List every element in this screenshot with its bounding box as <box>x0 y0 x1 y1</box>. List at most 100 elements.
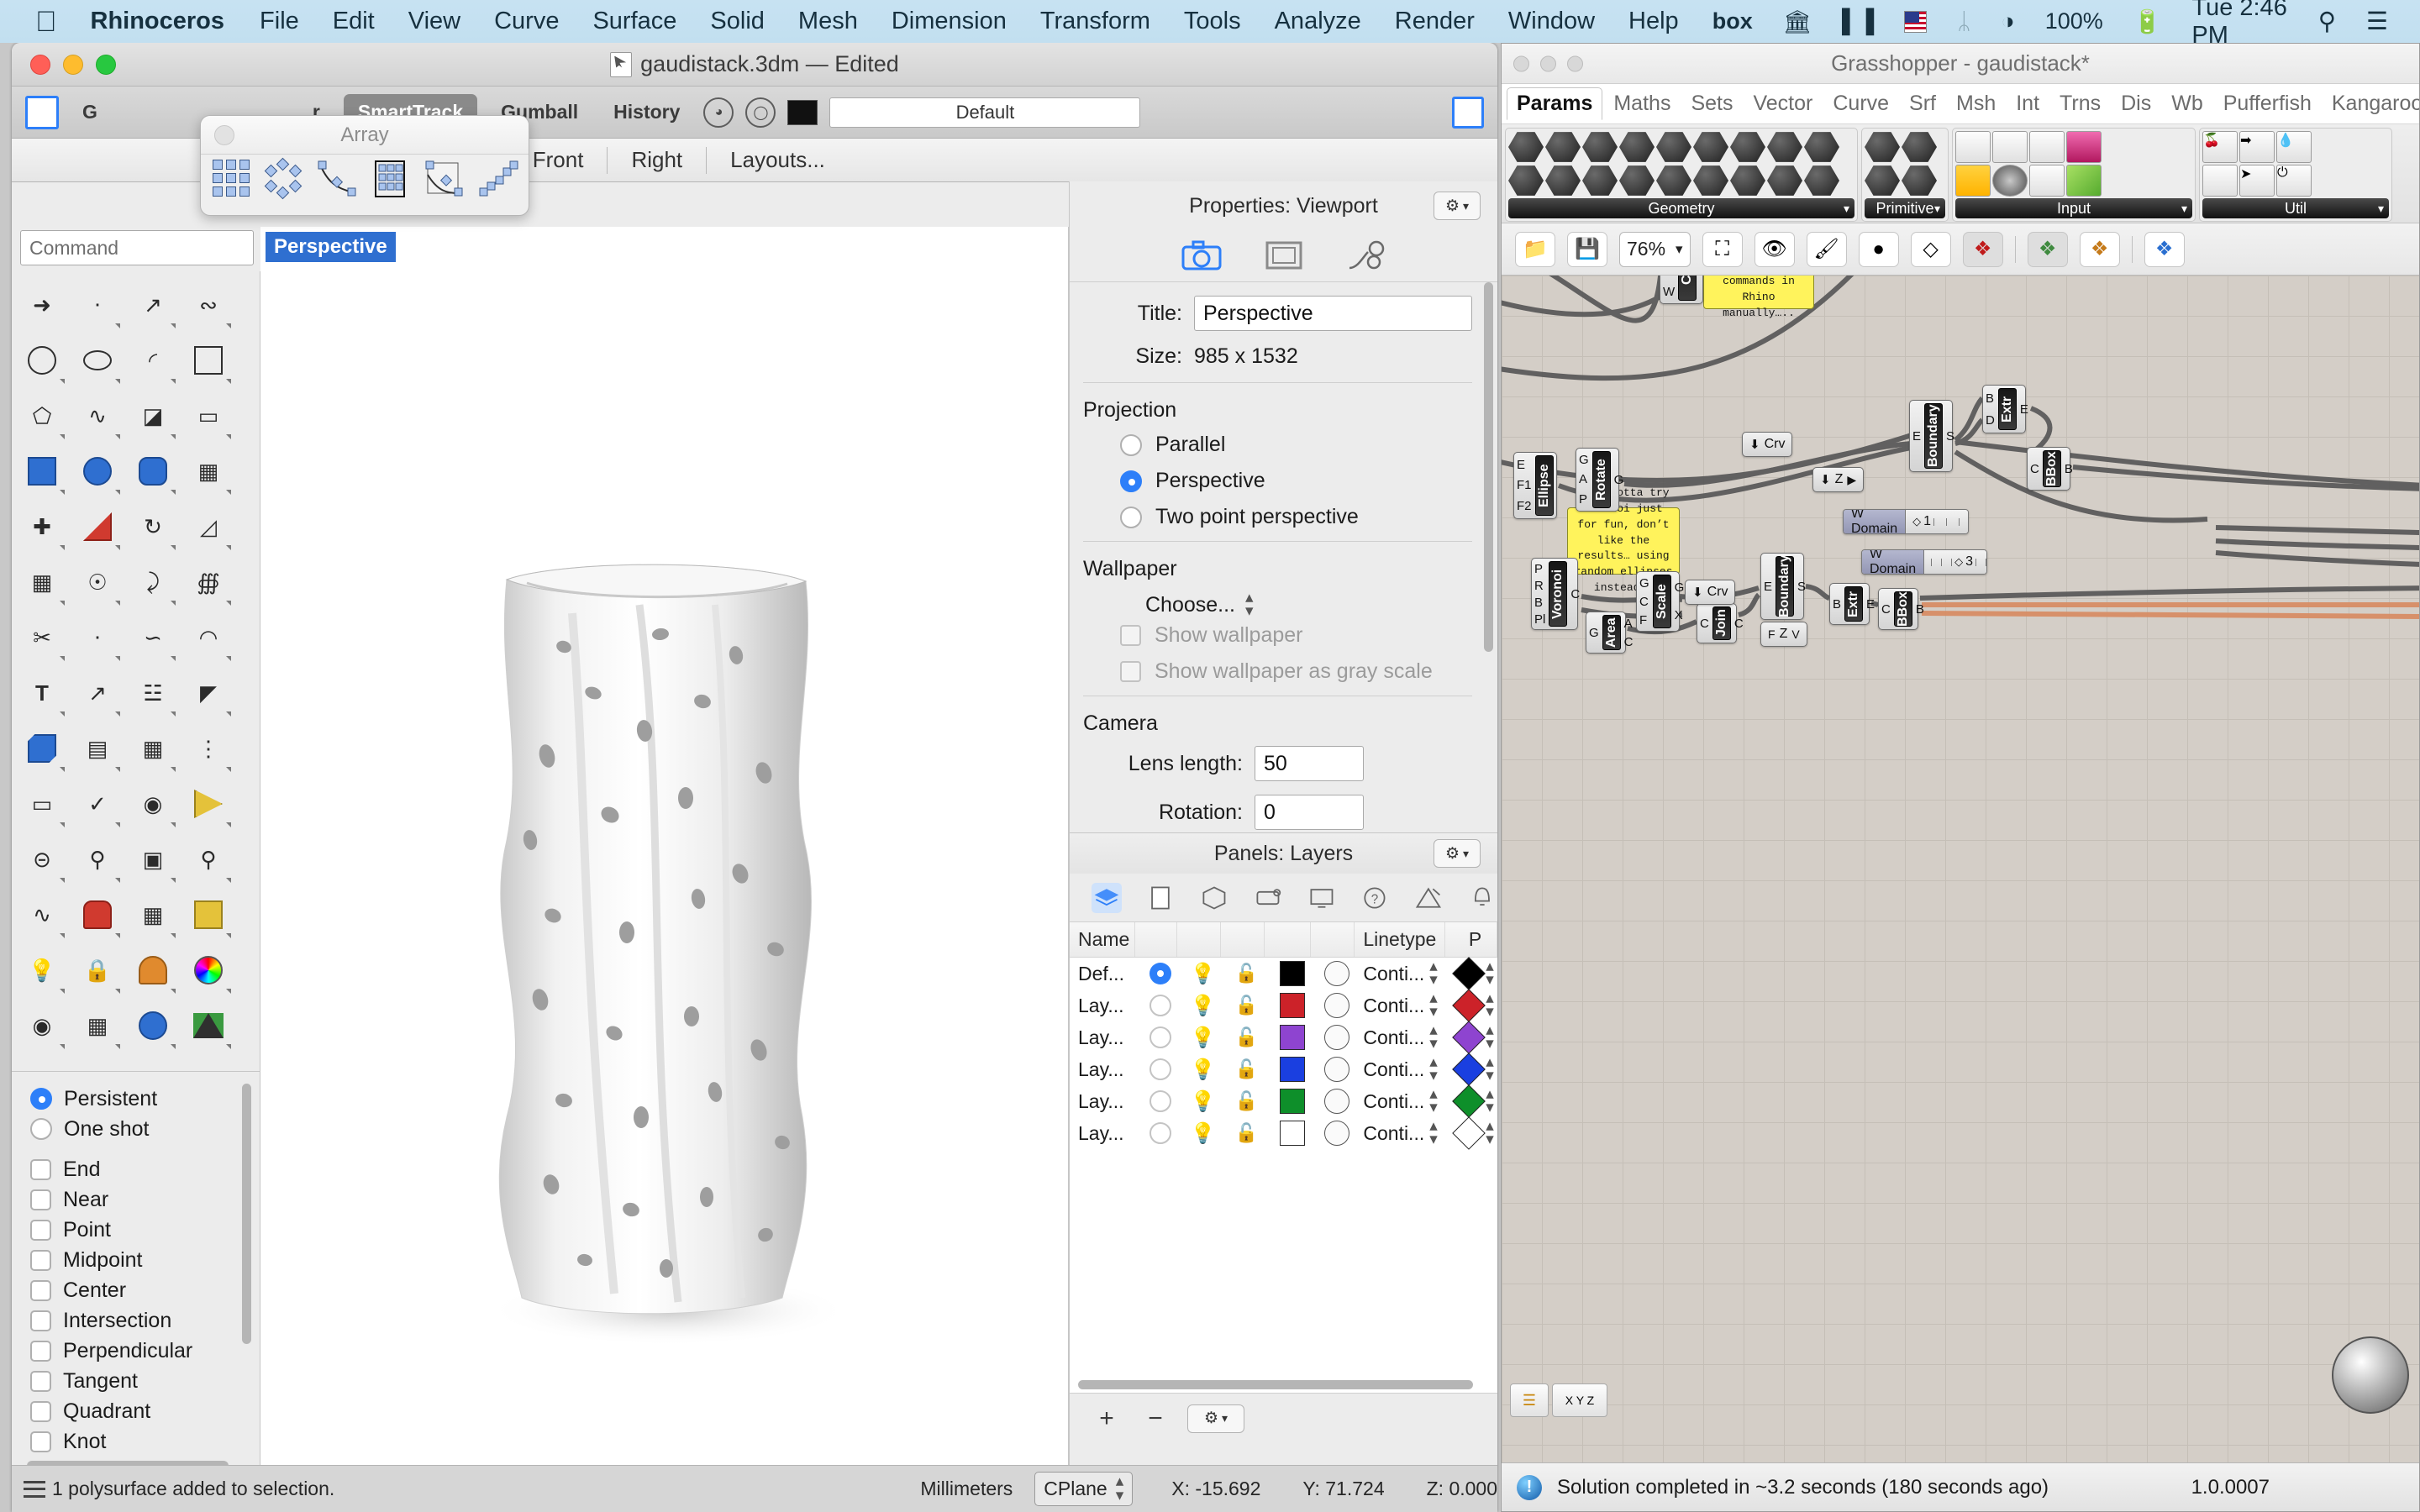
bluetooth-icon[interactable]: ᛦ <box>1957 8 1970 34</box>
menu-render[interactable]: Render <box>1395 8 1475 35</box>
unlock-icon[interactable]: 🔓 <box>1235 1122 1258 1144</box>
radio-persistent-icon[interactable] <box>30 1088 52 1110</box>
param-mesh-icon[interactable] <box>1656 132 1691 162</box>
param-twisted-box-icon[interactable] <box>1804 132 1839 162</box>
dimension-tool-icon[interactable]: ⋮ <box>182 722 235 775</box>
ribbon-geometry-label[interactable]: Geometry <box>1508 198 1854 218</box>
navigation-ball-icon[interactable] <box>2332 1336 2409 1414</box>
param-integer-icon[interactable] <box>1865 165 1900 196</box>
layer-lock-toggle[interactable]: 🔓 <box>1221 1122 1265 1144</box>
chevron-updown-icon[interactable]: ▴ ▾ <box>1429 1118 1438 1147</box>
layer-material[interactable] <box>1311 1121 1355 1146</box>
capsule-z-2[interactable]: FZV <box>1760 622 1807 647</box>
layer-linetype[interactable]: Conti... ▴ ▾ <box>1355 958 1445 988</box>
gh-tab-curve[interactable]: Curve <box>1823 88 1898 119</box>
lightbulb-icon[interactable]: 💡 <box>1191 994 1216 1018</box>
solid-union-icon[interactable] <box>15 722 69 775</box>
column-print-color[interactable]: P <box>1445 922 1497 957</box>
analyze-tool-icon[interactable]: ◉ <box>126 777 180 831</box>
unlock-icon[interactable]: 🔓 <box>1235 1058 1258 1080</box>
point-tool-icon[interactable]: ⋅ <box>71 278 124 332</box>
layer-linetype[interactable]: Conti... ▴ ▾ <box>1355 1118 1445 1147</box>
record-icon[interactable]: ◯ <box>745 97 776 128</box>
node-output-port[interactable]: C <box>1624 635 1634 649</box>
array-on-surface-icon[interactable] <box>424 160 465 200</box>
param-circular-arc-icon[interactable] <box>1545 165 1581 196</box>
node-input-port[interactable]: F2 <box>1517 499 1532 513</box>
layer-color-swatch[interactable] <box>1265 1025 1312 1050</box>
node-output-port[interactable]: C <box>1570 587 1580 601</box>
osnap-intersection[interactable]: Intersection <box>30 1305 260 1336</box>
app-icon[interactable]: ▌▐ <box>1842 8 1874 34</box>
gh-tab-msh[interactable]: Msh <box>1947 88 2005 119</box>
chevron-updown-icon[interactable]: ▴ ▾ <box>1486 1054 1494 1084</box>
column-name[interactable]: Name <box>1070 922 1135 957</box>
layer-linetype[interactable]: Conti... ▴ ▾ <box>1355 1054 1445 1084</box>
panel-icon[interactable] <box>2029 165 2065 197</box>
document-settings-icon[interactable]: ❖ <box>2144 231 2185 267</box>
node-input-port[interactable]: E <box>1764 580 1772 594</box>
gh-maximize-button[interactable] <box>1567 55 1583 71</box>
timer-icon[interactable]: ⏻ <box>2276 165 2312 197</box>
gh-tab-params[interactable]: Params <box>1507 87 1603 120</box>
transform-tool-icon[interactable]: ✚ <box>15 500 69 554</box>
profiler-icon[interactable]: ❖ <box>2027 231 2068 267</box>
orient-tool-icon[interactable]: ☉ <box>71 555 124 609</box>
checkbox-icon[interactable] <box>30 1400 51 1422</box>
circle-tool-icon[interactable] <box>15 333 69 387</box>
layer-select[interactable]: Default <box>829 97 1141 128</box>
checkbox-icon[interactable] <box>30 1158 51 1180</box>
layer-current-toggle[interactable] <box>1135 1058 1177 1080</box>
light-tool-icon[interactable]: 💡 <box>15 943 69 997</box>
polygon-tool-icon[interactable]: ⬠ <box>15 389 69 443</box>
chevron-updown-icon[interactable]: ▴ ▾ <box>1486 958 1494 988</box>
radio-current-icon[interactable] <box>1149 963 1171 984</box>
tab-layouts[interactable]: Layouts... <box>707 147 849 173</box>
osnap-mode-persistent[interactable]: Persistent <box>30 1084 260 1114</box>
notes-icon[interactable] <box>1253 883 1283 913</box>
gh-node-join[interactable]: C Join C <box>1697 603 1744 643</box>
layer-lock-toggle[interactable]: 🔓 <box>1221 1090 1265 1112</box>
color-picker-icon[interactable] <box>2066 165 2102 197</box>
array-linear-icon[interactable] <box>371 160 411 200</box>
node-output-port[interactable]: C <box>1734 617 1744 631</box>
unlock-icon[interactable]: 🔓 <box>1235 1026 1258 1048</box>
rect-tool-icon[interactable] <box>182 333 235 387</box>
text-tool-icon[interactable]: T <box>15 666 69 720</box>
split-tool-icon[interactable]: ⋅ <box>71 611 124 664</box>
zoom-extents-icon[interactable]: ⛶ <box>1702 231 1743 267</box>
array-palette-close-icon[interactable] <box>214 125 234 145</box>
wallpaper-choose-button[interactable]: Choose... ▴ ▾ <box>1145 590 1472 619</box>
cylinder-tool-icon[interactable] <box>126 444 180 498</box>
zoom-window-icon[interactable]: ▣ <box>126 832 180 886</box>
open-file-icon[interactable]: 📁 <box>1515 231 1555 267</box>
wireframe-preview-icon[interactable]: ◇ <box>1910 231 1951 267</box>
gh-tab-trns[interactable]: Trns <box>2050 88 2110 119</box>
gh-tab-vector[interactable]: Vector <box>1744 88 1822 119</box>
radio-one-shot-icon[interactable] <box>30 1118 52 1140</box>
projection-perspective[interactable]: Perspective <box>1120 469 1472 493</box>
layer-lock-toggle[interactable]: 🔓 <box>1221 1026 1265 1048</box>
color-tool-icon[interactable] <box>182 943 235 997</box>
menu-solid[interactable]: Solid <box>710 8 765 35</box>
color-swatch-icon[interactable] <box>2066 131 2102 163</box>
sidebar-toggle-icon[interactable] <box>25 95 59 129</box>
node-input-port[interactable]: B <box>1833 597 1841 612</box>
layout-icon[interactable] <box>182 888 235 942</box>
zoom-selected-icon[interactable]: ⚲ <box>182 832 235 886</box>
gh-node-boundary[interactable]: E Boundary S <box>1760 553 1806 620</box>
table-row[interactable]: Def... 💡 🔓 Conti... ▴ ▾ ▴ ▾ <box>1070 957 1497 990</box>
gh-node-cull[interactable]: LIWCull <box>1660 276 1703 304</box>
search-icon[interactable]: ⚲ <box>2318 7 2336 36</box>
camera-icon[interactable] <box>1181 240 1222 272</box>
node-input-port[interactable]: G <box>1589 626 1599 640</box>
gh-node-extr[interactable]: B Extr E <box>1829 583 1875 625</box>
lens-length-input[interactable]: 50 <box>1255 746 1364 782</box>
projection-two-point[interactable]: Two point perspective <box>1120 505 1472 529</box>
linked-objects-icon[interactable] <box>1346 240 1386 272</box>
xyz-icon[interactable]: X Y Z <box>1552 1383 1607 1417</box>
param-plane-icon[interactable] <box>1693 132 1728 162</box>
rotate-tool-icon[interactable]: ↻ <box>126 500 180 554</box>
gh-node-scale[interactable]: G C F Scale G X <box>1636 571 1684 632</box>
tab-right[interactable]: Right <box>608 147 706 173</box>
